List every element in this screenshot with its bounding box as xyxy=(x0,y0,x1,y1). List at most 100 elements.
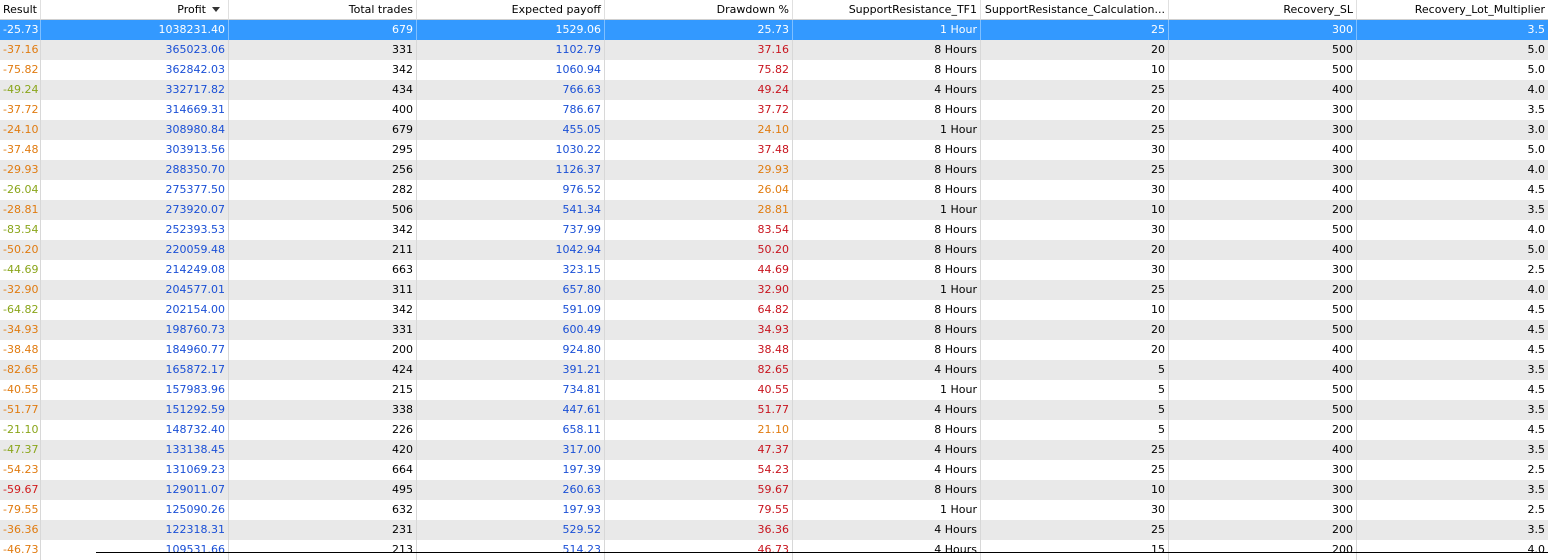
cell-recovery-sl: 400 xyxy=(1169,140,1357,160)
cell-total-trades: 632 xyxy=(229,500,417,520)
table-row[interactable]: -50.20 220059.48 211 1042.94 50.20 8 Hours 20 4… xyxy=(0,240,1548,260)
cell-supportresistance-tf1: 4 Hours xyxy=(793,460,981,480)
table-row[interactable]: -25.73 1038231.40 679 1529.06 25.73 1 Hour 25 3… xyxy=(0,20,1548,40)
cell-recovery-sl: 300 xyxy=(1169,160,1357,180)
table-row[interactable]: -37.48 303913.56 295 1030.22 37.48 8 Hours 30 4… xyxy=(0,140,1548,160)
cell-profit: 131069.23 xyxy=(41,460,229,480)
cell-total-trades: 495 xyxy=(229,480,417,500)
table-row[interactable]: -51.77 151292.59 338 447.61 51.77 4 Hours 5 500… xyxy=(0,400,1548,420)
cell-expected-payoff: 447.61 xyxy=(417,400,605,420)
cell-supportresistance-calculation: 30 xyxy=(981,180,1169,200)
table-row[interactable]: -28.81 273920.07 506 541.34 28.81 1 Hour 10 200… xyxy=(0,200,1548,220)
column-header-drawdown[interactable]: Drawdown % xyxy=(605,0,793,20)
table-row[interactable]: -37.72 314669.31 400 786.67 37.72 8 Hours 20 30… xyxy=(0,100,1548,120)
column-header-recovery-sl[interactable]: Recovery_SL xyxy=(1169,0,1357,20)
table-row[interactable]: -75.82 362842.03 342 1060.94 75.82 8 Hours 10 5… xyxy=(0,60,1548,80)
table-row[interactable]: -40.55 157983.96 215 734.81 40.55 1 Hour 5 500 4… xyxy=(0,380,1548,400)
cell-supportresistance-tf1: 8 Hours xyxy=(793,340,981,360)
cell-supportresistance-calculation: 10 xyxy=(981,480,1169,500)
cell-total-trades: 331 xyxy=(229,320,417,340)
column-header-supportresistance-calculation[interactable]: SupportResistance_Calculation... xyxy=(981,0,1169,20)
table-row[interactable]: -32.90 204577.01 311 657.80 32.90 1 Hour 25 200… xyxy=(0,280,1548,300)
cell-recovery-lot-multiplier: 3.5 xyxy=(1527,483,1546,496)
column-header-supportresistance-tf1[interactable]: SupportResistance_TF1 xyxy=(793,0,981,20)
table-row[interactable]: -59.67 129011.07 495 260.63 59.67 8 Hours 10 30… xyxy=(0,480,1548,500)
table-row[interactable]: -46.73 109531.66 213 514.23 46.73 4 Hours 15 20… xyxy=(0,540,1548,560)
cell-expected-payoff: 260.63 xyxy=(417,480,605,500)
table-row[interactable]: -64.82 202154.00 342 591.09 64.82 8 Hours 10 50… xyxy=(0,300,1548,320)
cell-drawdown: 37.48 xyxy=(605,140,793,160)
cell-recovery-sl: 500 xyxy=(1169,380,1357,400)
cell-result: -37.16 xyxy=(0,40,41,60)
cell-expected-payoff: 1529.06 xyxy=(417,20,605,40)
cell-total-trades: 400 xyxy=(229,100,417,120)
cell-drawdown: 28.81 xyxy=(605,200,793,220)
cell-result: -64.82 xyxy=(0,300,41,320)
cell-drawdown: 37.72 xyxy=(605,100,793,120)
table-row[interactable]: -36.36 122318.31 231 529.52 36.36 4 Hours 25 20… xyxy=(0,520,1548,540)
cell-recovery-lot-multiplier: 4.0 xyxy=(1527,83,1546,96)
cell-profit: 288350.70 xyxy=(41,160,229,180)
cell-supportresistance-calculation: 10 xyxy=(981,60,1169,80)
cell-result: -51.77 xyxy=(0,400,41,420)
cell-result: -36.36 xyxy=(0,520,41,540)
cell-supportresistance-calculation: 5 xyxy=(981,380,1169,400)
table-row[interactable]: -26.04 275377.50 282 976.52 26.04 8 Hours 30 40… xyxy=(0,180,1548,200)
column-header-result[interactable]: Result xyxy=(0,0,41,20)
column-header-profit[interactable]: Profit xyxy=(41,0,229,20)
cell-supportresistance-tf1: 4 Hours xyxy=(793,540,981,560)
cell-supportresistance-tf1: 4 Hours xyxy=(793,520,981,540)
cell-drawdown: 46.73 xyxy=(605,540,793,560)
table-row[interactable]: -44.69 214249.08 663 323.15 44.69 8 Hours 30 30… xyxy=(0,260,1548,280)
cell-expected-payoff: 924.80 xyxy=(417,340,605,360)
cell-total-trades: 226 xyxy=(229,420,417,440)
column-header-recovery-lot-multiplier[interactable]: Recovery_Lot_Multiplier xyxy=(1357,0,1548,20)
table-header: Result Profit Total trades Expected payo… xyxy=(0,0,1548,20)
table-row[interactable]: -82.65 165872.17 424 391.21 82.65 4 Hours 5 400… xyxy=(0,360,1548,380)
cell-supportresistance-tf1: 4 Hours xyxy=(793,400,981,420)
cell-recovery-sl: 200 xyxy=(1169,200,1357,220)
cell-supportresistance-calculation: 25 xyxy=(981,280,1169,300)
cell-recovery-sl: 300 xyxy=(1169,500,1357,520)
cell-drawdown: 40.55 xyxy=(605,380,793,400)
table-row[interactable]: -47.37 133138.45 420 317.00 47.37 4 Hours 25 40… xyxy=(0,440,1548,460)
cell-total-trades: 200 xyxy=(229,340,417,360)
table-row[interactable]: -29.93 288350.70 256 1126.37 29.93 8 Hours 25 3… xyxy=(0,160,1548,180)
cell-recovery-sl: 400 xyxy=(1169,180,1357,200)
cell-recovery-sl: 300 xyxy=(1169,120,1357,140)
table-row[interactable]: -24.10 308980.84 679 455.05 24.10 1 Hour 25 300… xyxy=(0,120,1548,140)
cell-drawdown: 83.54 xyxy=(605,220,793,240)
cell-profit: 184960.77 xyxy=(41,340,229,360)
cell-result: -24.10 xyxy=(0,120,41,140)
cell-expected-payoff: 1042.94 xyxy=(417,240,605,260)
cell-recovery-sl: 200 xyxy=(1169,280,1357,300)
cell-profit: 314669.31 xyxy=(41,100,229,120)
cell-profit: 129011.07 xyxy=(41,480,229,500)
cell-total-trades: 342 xyxy=(229,60,417,80)
cell-supportresistance-calculation: 25 xyxy=(981,120,1169,140)
cell-drawdown: 32.90 xyxy=(605,280,793,300)
cell-result: -37.48 xyxy=(0,140,41,160)
table-row[interactable]: -79.55 125090.26 632 197.93 79.55 1 Hour 30 300… xyxy=(0,500,1548,520)
cell-recovery-sl: 400 xyxy=(1169,440,1357,460)
cell-total-trades: 424 xyxy=(229,360,417,380)
table-row[interactable]: -83.54 252393.53 342 737.99 83.54 8 Hours 30 50… xyxy=(0,220,1548,240)
table-row[interactable]: -38.48 184960.77 200 924.80 38.48 8 Hours 20 40… xyxy=(0,340,1548,360)
table-row[interactable]: -34.93 198760.73 331 600.49 34.93 8 Hours 20 50… xyxy=(0,320,1548,340)
cell-result: -28.81 xyxy=(0,200,41,220)
column-header-total-trades[interactable]: Total trades xyxy=(229,0,417,20)
cell-total-trades: 679 xyxy=(229,120,417,140)
table-row[interactable]: -21.10 148732.40 226 658.11 21.10 8 Hours 5 200… xyxy=(0,420,1548,440)
table-row[interactable]: -37.16 365023.06 331 1102.79 37.16 8 Hours 20 5… xyxy=(0,40,1548,60)
cell-drawdown: 50.20 xyxy=(605,240,793,260)
table-row[interactable]: -49.24 332717.82 434 766.63 49.24 4 Hours 25 40… xyxy=(0,80,1548,100)
cell-recovery-lot-multiplier: 3.5 xyxy=(1527,363,1546,376)
table-row[interactable]: -54.23 131069.23 664 197.39 54.23 4 Hours 25 30… xyxy=(0,460,1548,480)
column-header-profit-label: Profit xyxy=(177,3,206,16)
cell-expected-payoff: 391.21 xyxy=(417,360,605,380)
cell-drawdown: 47.37 xyxy=(605,440,793,460)
column-header-expected-payoff[interactable]: Expected payoff xyxy=(417,0,605,20)
cell-drawdown: 49.24 xyxy=(605,80,793,100)
cell-profit: 252393.53 xyxy=(41,220,229,240)
cell-total-trades: 295 xyxy=(229,140,417,160)
